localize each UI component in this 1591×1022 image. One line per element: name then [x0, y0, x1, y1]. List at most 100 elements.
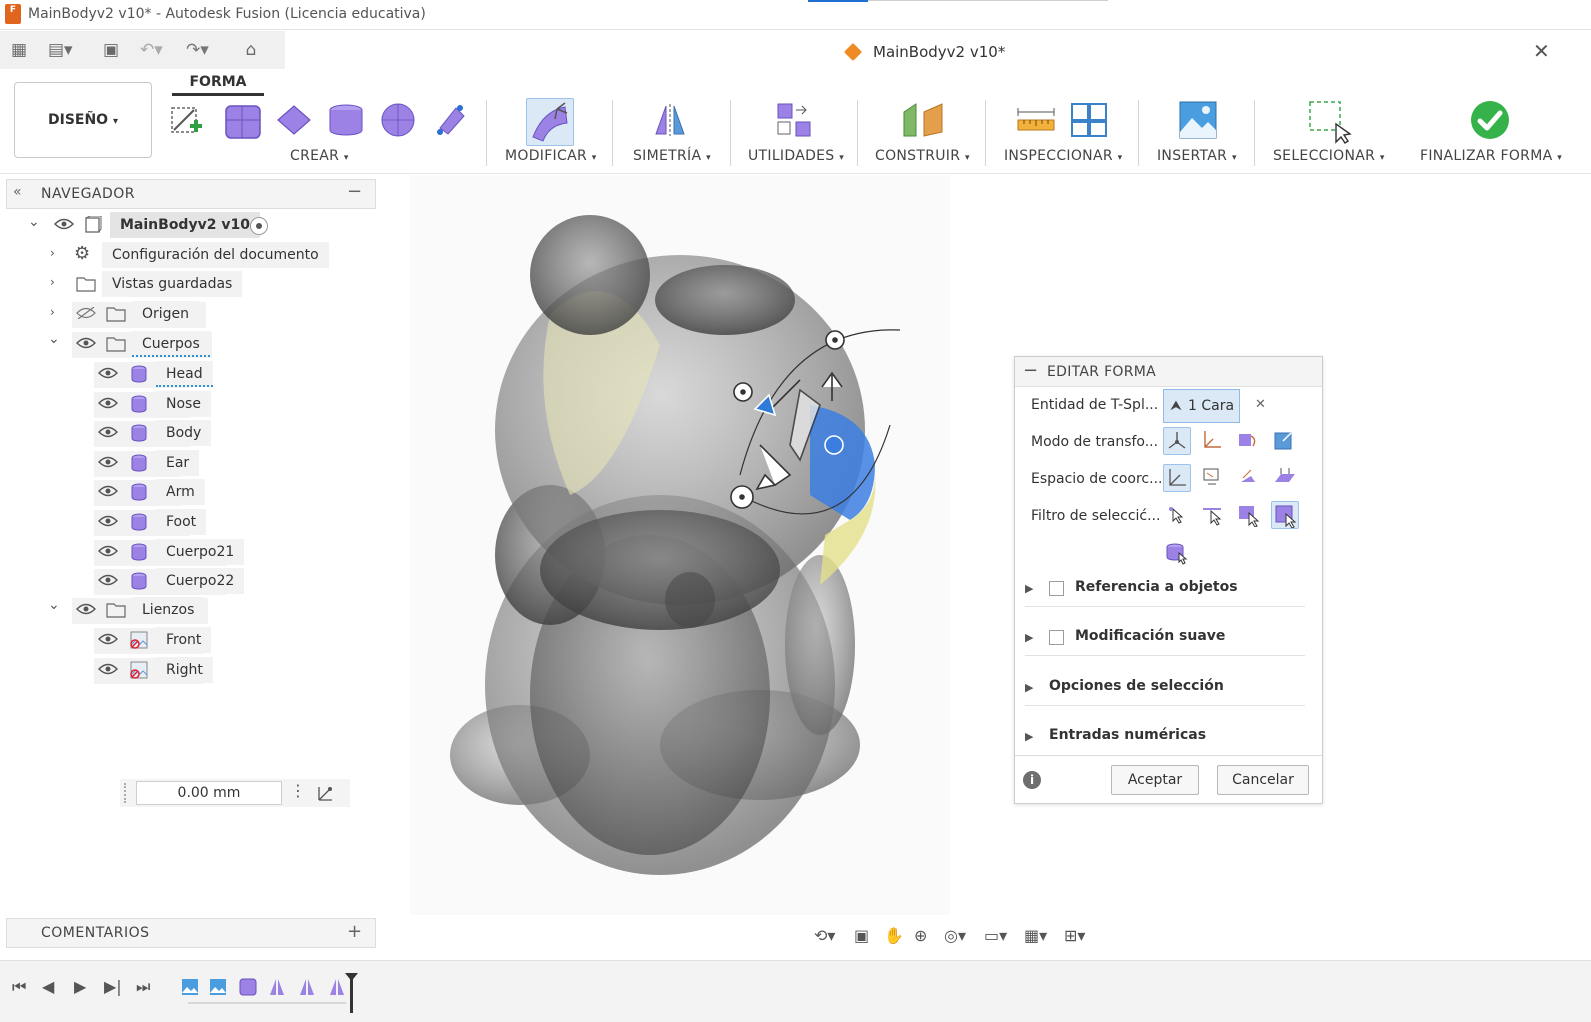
section-selection-options[interactable]: ▶ Opciones de selección	[1025, 672, 1305, 706]
edge-filter-button[interactable]	[1199, 501, 1227, 529]
world-space-button[interactable]	[1163, 464, 1191, 492]
viewports-icon[interactable]: ⊞▾	[1064, 926, 1085, 945]
edit-form-button[interactable]	[526, 98, 574, 146]
chevron-right-icon[interactable]: ›	[50, 246, 55, 260]
tree-item-canvas[interactable]: Right	[0, 656, 380, 685]
close-tab-icon[interactable]: ✕	[1533, 39, 1550, 63]
cylinder-icon[interactable]	[328, 102, 364, 138]
distance-input[interactable]: 0.00 mm	[136, 781, 282, 805]
timeline-track[interactable]	[180, 973, 370, 1013]
tree-item-canvases[interactable]: ⌄ Lienzos	[0, 597, 380, 625]
plane-icon[interactable]	[276, 102, 312, 138]
cancel-button[interactable]: Cancelar	[1217, 765, 1309, 795]
section-object-snap[interactable]: ▶ Referencia a objetos	[1025, 573, 1305, 607]
select-window-icon[interactable]	[1308, 100, 1352, 144]
tree-item-saved-views[interactable]: › Vistas guardadas	[0, 271, 380, 299]
group-insertar[interactable]: INSERTAR ▾	[1157, 148, 1237, 164]
ok-button[interactable]: Aceptar	[1111, 765, 1199, 795]
box-icon[interactable]	[222, 100, 264, 142]
chevron-down-icon[interactable]: ⌄	[48, 331, 60, 347]
eye-icon[interactable]	[98, 574, 118, 586]
file-menu-icon[interactable]: ▤▾	[48, 39, 73, 61]
group-inspeccionar[interactable]: INSPECCIONAR ▾	[1004, 148, 1122, 164]
construct-plane-icon[interactable]	[902, 102, 944, 138]
rotate-button[interactable]	[1235, 427, 1263, 455]
soft-modification-checkbox[interactable]	[1049, 630, 1064, 645]
tree-item-body[interactable]: Cuerpo22	[0, 568, 380, 596]
save-icon[interactable]: ▣	[100, 39, 122, 61]
tree-item-body[interactable]: Foot	[0, 509, 380, 537]
group-finalizar[interactable]: FINALIZAR FORMA ▾	[1420, 148, 1562, 164]
tree-item-origin[interactable]: › Origen	[0, 301, 380, 329]
translate-button[interactable]	[1199, 427, 1227, 455]
eye-icon[interactable]	[98, 367, 118, 379]
eye-icon[interactable]	[98, 397, 118, 409]
group-crear[interactable]: CREAR ▾	[290, 148, 349, 164]
play-icon[interactable]: ▶	[74, 977, 86, 996]
undo-icon[interactable]: ↶▾	[140, 39, 163, 61]
step-forward-icon[interactable]: ▶|	[104, 977, 122, 996]
tree-item-canvas[interactable]: Front	[0, 627, 380, 655]
tree-root[interactable]: ⌄ MainBodyv2 v10	[0, 212, 380, 240]
local-space-button[interactable]	[1235, 464, 1263, 492]
tree-item-body[interactable]: Nose	[0, 390, 380, 419]
minimize-icon[interactable]: −	[347, 181, 362, 202]
eye-icon[interactable]	[98, 426, 118, 438]
chevron-down-icon[interactable]: ⌄	[28, 214, 40, 230]
eye-icon[interactable]	[98, 515, 118, 527]
tree-item-body[interactable]: Head	[0, 361, 380, 389]
activate-radio[interactable]	[250, 217, 268, 235]
zoom-icon[interactable]: ⊕	[914, 926, 927, 945]
interference-icon[interactable]	[1070, 100, 1108, 140]
tree-item-body[interactable]: Ear	[0, 449, 380, 478]
expand-arrow-icon[interactable]: ▶	[1025, 730, 1033, 743]
view-space-button[interactable]	[1199, 464, 1227, 492]
group-construir[interactable]: CONSTRUIR ▾	[875, 148, 970, 164]
display-settings-icon[interactable]: ▭▾	[984, 926, 1007, 945]
eye-icon[interactable]	[76, 603, 96, 615]
utilities-icon[interactable]	[774, 100, 814, 140]
body-select-button[interactable]	[1163, 539, 1191, 567]
tree-item-config[interactable]: › ⚙ Configuración del documento	[0, 242, 380, 270]
tree-item-body[interactable]: Arm	[0, 479, 380, 507]
vertex-filter-button[interactable]	[1163, 501, 1191, 529]
eye-icon[interactable]	[54, 218, 74, 230]
chevron-down-icon[interactable]: ⌄	[48, 597, 60, 613]
fit-icon[interactable]: ◎▾	[944, 926, 966, 945]
more-options-icon[interactable]: ⋮	[290, 781, 306, 800]
eye-icon[interactable]	[98, 633, 118, 645]
pan-hand-icon[interactable]: ✋	[884, 926, 904, 945]
look-at-icon[interactable]: ▣	[854, 926, 869, 945]
symmetry-icon[interactable]	[652, 102, 688, 138]
info-icon[interactable]: i	[1023, 771, 1041, 789]
redo-icon[interactable]: ↷▾	[186, 39, 209, 61]
quadball-icon[interactable]	[434, 102, 470, 138]
document-tab[interactable]: MainBodyv2 v10* ✕	[285, 34, 1565, 70]
eye-icon[interactable]	[76, 337, 96, 349]
step-back-icon[interactable]: ◀	[42, 977, 54, 996]
group-utilidades[interactable]: UTILIDADES ▾	[748, 148, 844, 164]
create-sketch-icon[interactable]	[168, 102, 204, 138]
eye-icon[interactable]	[98, 545, 118, 557]
add-comment-icon[interactable]: +	[347, 921, 362, 942]
group-modificar[interactable]: MODIFICAR ▾	[505, 148, 597, 164]
home-icon[interactable]: ⌂	[240, 39, 262, 61]
entity-selection-button[interactable]: ⮝ 1 Cara	[1163, 389, 1240, 423]
chevron-right-icon[interactable]: ›	[50, 305, 55, 319]
eye-icon[interactable]	[98, 663, 118, 675]
3d-viewport[interactable]	[380, 175, 1020, 915]
measure-icon[interactable]	[1016, 106, 1056, 134]
scale-button[interactable]	[1271, 427, 1299, 455]
insert-canvas-icon[interactable]	[1178, 100, 1218, 140]
group-simetria[interactable]: SIMETRÍA ▾	[633, 148, 711, 164]
tree-item-body[interactable]: Cuerpo21	[0, 538, 380, 567]
expand-arrow-icon[interactable]: ▶	[1025, 582, 1033, 595]
finish-form-check-icon[interactable]	[1470, 100, 1510, 140]
drag-handle-icon[interactable]	[124, 783, 128, 803]
eye-icon[interactable]	[98, 485, 118, 497]
expand-arrow-icon[interactable]: ▶	[1025, 681, 1033, 694]
face-filter-button[interactable]	[1235, 501, 1263, 529]
chevron-right-icon[interactable]: ›	[50, 275, 55, 289]
eye-icon[interactable]	[98, 456, 118, 468]
orbit-icon[interactable]: ⟲▾	[814, 926, 835, 945]
